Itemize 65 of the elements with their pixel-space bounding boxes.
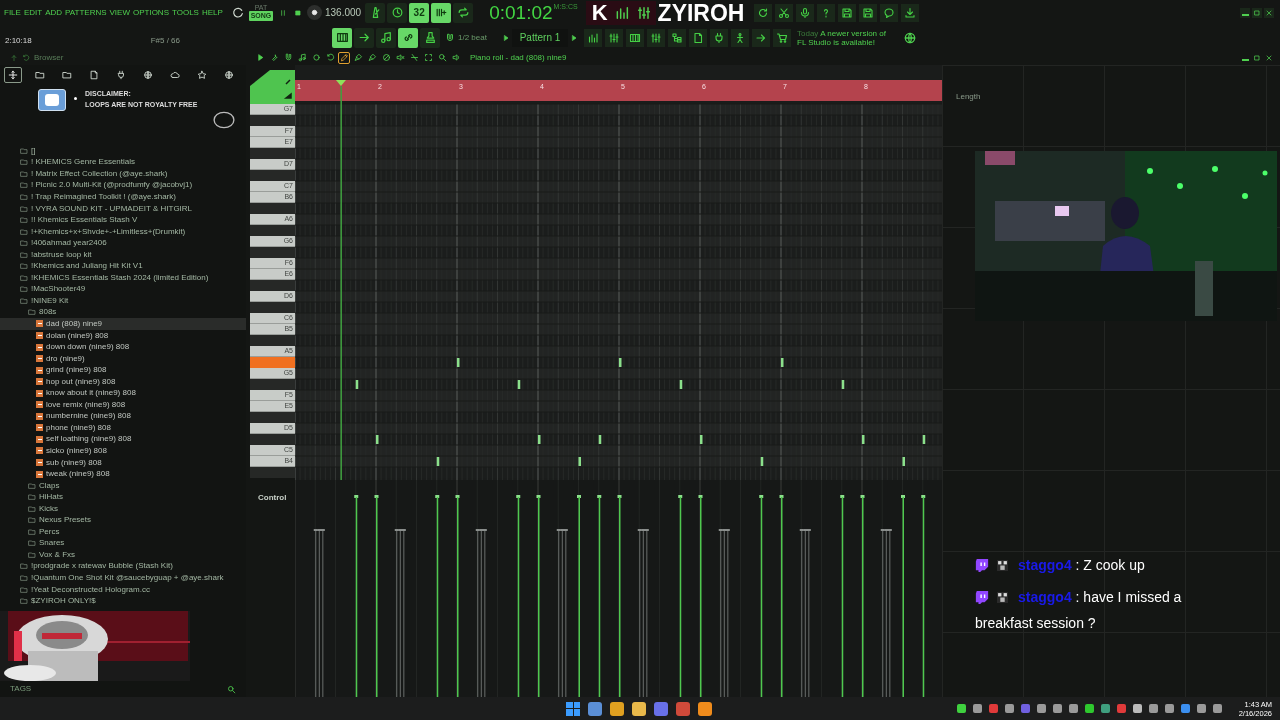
browser-item[interactable]: !Yeat Deconstructed Hologram.cc: [0, 583, 246, 596]
browser-item[interactable]: HiHats: [0, 491, 246, 503]
snap-selector[interactable]: 1/2 beat: [458, 31, 498, 44]
menu-item[interactable]: ADD: [45, 6, 63, 19]
browser-item[interactable]: !prodgrade x ratewav Bubble (Stash Kit): [0, 560, 246, 573]
menu-item[interactable]: TOOLS: [172, 6, 199, 19]
logo-letter: K: [591, 1, 608, 24]
update-notice[interactable]: Today A newer version of FL Studio is available!: [797, 28, 893, 47]
menu-item[interactable]: HELP: [201, 6, 223, 19]
browser-item[interactable]: sub (nine9) 808: [0, 456, 246, 469]
browser-item[interactable]: !Quantum One Shot Kit @saucebyguap + @aye.shark: [0, 572, 246, 584]
browser-item[interactable]: hop out (nine9) 808: [0, 375, 246, 388]
piano-roll-title: Piano roll - dad (808) nine9: [470, 51, 567, 64]
browser-item[interactable]: !Khemics and Juliang Hit Kit V1: [0, 260, 246, 272]
browser-item[interactable]: !406ahmad year2406: [0, 237, 246, 249]
browser-item[interactable]: Nexus Presets: [0, 514, 246, 527]
browser-item[interactable]: 808s: [0, 306, 246, 319]
chat-message: staggo4 : have I missed a breakfast session ?: [975, 588, 1183, 633]
time-display: 0:01:02: [489, 2, 553, 23]
note-hint: F#5 / 66: [150, 35, 180, 47]
browser-item[interactable]: ! Picnic 2.0 Multi-Kit (@prodfumfy @jacobvj1): [0, 179, 246, 192]
browser-item[interactable]: phone (nine9) 808: [0, 422, 246, 434]
browser-item[interactable]: !! Khemics Essentials Stash V: [0, 214, 246, 226]
browser-item[interactable]: dad (808) nine9: [0, 318, 246, 330]
browser-item[interactable]: []: [0, 145, 246, 157]
browser-item[interactable]: ! Matrix Effect Collection (@aye.shark): [0, 168, 246, 180]
browser-title: Browser: [34, 51, 64, 64]
browser-item[interactable]: dro (nine9): [0, 352, 246, 365]
length-label: Length: [956, 91, 982, 103]
pattern-selector[interactable]: Pattern 1: [512, 28, 568, 47]
browser-item[interactable]: Kicks: [0, 502, 246, 515]
browser-item[interactable]: $ZYIROH ONLY!$: [0, 595, 246, 607]
browser-item[interactable]: Claps: [0, 479, 246, 492]
browser-item[interactable]: ! Trap Reimagined Toolkit ! (@aye.shark): [0, 191, 246, 203]
browser-item[interactable]: numbernine (nine9) 808: [0, 410, 246, 423]
browser-item[interactable]: down down (nine9) 808: [0, 341, 246, 353]
browser-item[interactable]: self loathing (nine9) 808: [0, 433, 246, 446]
browser-item[interactable]: sicko (nine9) 808: [0, 445, 246, 457]
chat-message: staggo4 : Z cook up: [975, 552, 1225, 578]
browser-item[interactable]: ! KHEMICS Genre Essentials: [0, 156, 246, 169]
browser-item[interactable]: love remix (nine9) 808: [0, 399, 246, 411]
toolbar-button[interactable]: 32: [409, 2, 430, 23]
menu-item[interactable]: FILE: [4, 6, 21, 19]
browser-item[interactable]: !KHEMICS Essentials Stash 2024 (limited Edition): [0, 272, 246, 284]
browser-item[interactable]: Snares: [0, 537, 246, 550]
browser-item[interactable]: ! VYRA SOUND KIT - UPMADEIT & HITGIRL: [0, 202, 246, 215]
browser-item[interactable]: !NINE9 Kit: [0, 295, 246, 307]
browser-item[interactable]: tweak (nine9) 808: [0, 468, 246, 480]
browser-item[interactable]: Percs: [0, 526, 246, 538]
channel-name: ZYIROH: [657, 0, 745, 25]
menu-item[interactable]: PATTERNS: [65, 6, 107, 19]
browser-item[interactable]: dolan (nine9) 808: [0, 329, 246, 342]
position-hint: 2:10:18: [5, 35, 32, 47]
menu-item[interactable]: VIEW: [109, 6, 130, 19]
lane-label: Control: [258, 493, 287, 502]
browser-item[interactable]: !+Khemics+x+Shvde+-+Limitless+(Drumkit): [0, 225, 246, 238]
browser-item[interactable]: !abstruse loop kit: [0, 248, 246, 261]
menu-item[interactable]: EDIT: [23, 6, 43, 19]
tempo-display[interactable]: 136.000: [325, 6, 362, 19]
menu-item[interactable]: OPTIONS: [132, 6, 169, 19]
tags-label: TAGS: [10, 683, 32, 695]
browser-item[interactable]: grind (nine9) 808: [0, 364, 246, 376]
browser-item[interactable]: Vox & Fxs: [0, 549, 246, 561]
browser-item[interactable]: know about it (nine9) 808: [0, 387, 246, 400]
browser-item[interactable]: !MacShooter49: [0, 283, 246, 296]
